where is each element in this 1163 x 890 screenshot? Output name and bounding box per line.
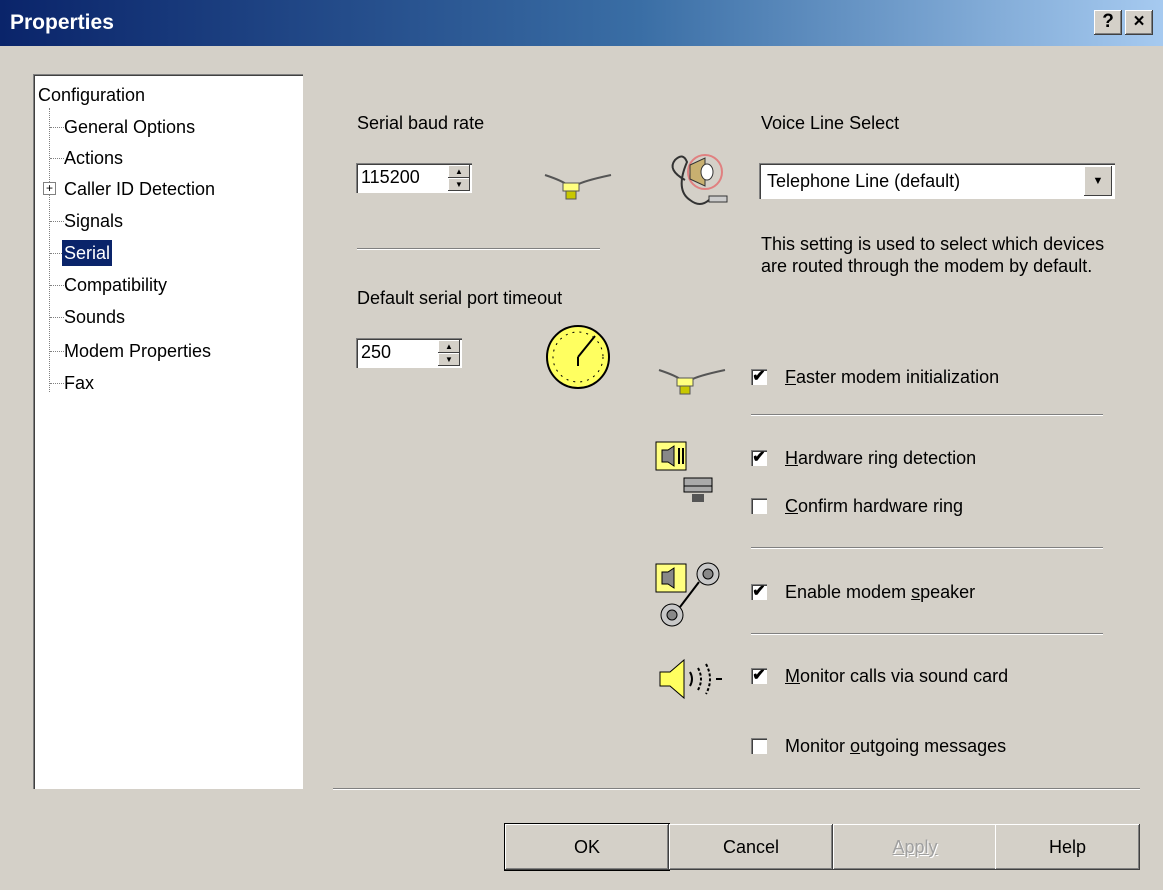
baud-rate-label: Serial baud rate xyxy=(357,113,485,133)
ok-button[interactable]: OK xyxy=(505,824,669,870)
apply-button[interactable]: Apply xyxy=(833,824,997,870)
tree-item-sounds[interactable]: Sounds xyxy=(62,304,127,330)
expand-icon[interactable]: + xyxy=(43,182,56,195)
tree-item-compatibility[interactable]: Compatibility xyxy=(62,272,169,298)
separator xyxy=(333,788,1140,790)
tree-item-actions[interactable]: Actions xyxy=(62,145,125,171)
baud-rate-spinner[interactable]: ▲ ▼ xyxy=(356,163,472,193)
tree-root-configuration[interactable]: Configuration xyxy=(36,82,147,108)
tree-item-caller-id-detection[interactable]: Caller ID Detection xyxy=(62,176,217,202)
voice-line-label: Voice Line Select xyxy=(761,113,900,133)
voice-line-select[interactable]: Telephone Line (default) ▼ xyxy=(759,163,1115,199)
cancel-button[interactable]: Cancel xyxy=(669,824,833,870)
timeout-label: Default serial port timeout xyxy=(357,288,563,308)
help-button[interactable]: Help xyxy=(995,824,1140,870)
ring-detect-icon xyxy=(655,441,713,502)
window-title: Properties xyxy=(10,11,114,34)
hardware-ring-label: Hardware ring detection xyxy=(785,448,977,468)
modem-speaker-checkbox[interactable]: ✔ xyxy=(751,584,767,600)
serial-connector-icon xyxy=(544,174,612,200)
tree-item-serial[interactable]: Serial xyxy=(62,240,113,266)
timeout-up-button[interactable]: ▲ xyxy=(438,340,460,353)
baud-rate-input[interactable] xyxy=(361,167,451,188)
modem-speaker-icon xyxy=(655,562,720,627)
serial-connector-icon xyxy=(658,369,726,395)
dropdown-arrow-icon[interactable]: ▼ xyxy=(1084,166,1112,196)
separator xyxy=(751,414,1103,416)
separator xyxy=(357,248,600,250)
monitor-outgoing-label: Monitor outgoing messages xyxy=(785,736,1007,756)
modem-speaker-label: Enable modem speaker xyxy=(785,582,976,602)
tree-item-signals[interactable]: Signals xyxy=(62,208,125,234)
tree-item-fax[interactable]: Fax xyxy=(62,370,96,396)
monitor-calls-checkbox[interactable]: ✔ xyxy=(751,668,767,684)
clock-icon xyxy=(546,325,610,389)
tree-item-general-options[interactable]: General Options xyxy=(62,114,197,140)
close-button[interactable]: × xyxy=(1125,10,1153,35)
help-title-button[interactable]: ? xyxy=(1094,10,1122,35)
timeout-down-button[interactable]: ▼ xyxy=(438,353,460,366)
monitor-outgoing-checkbox[interactable] xyxy=(751,738,767,754)
monitor-calls-label: Monitor calls via sound card xyxy=(785,666,1009,686)
confirm-ring-checkbox[interactable] xyxy=(751,498,767,514)
tree-item-modem-properties[interactable]: Modem Properties xyxy=(62,338,213,364)
hardware-ring-checkbox[interactable]: ✔ xyxy=(751,450,767,466)
voice-line-icon xyxy=(671,154,728,205)
faster-init-checkbox[interactable]: ✔ xyxy=(751,369,767,385)
voice-line-description: This setting is used to select which dev… xyxy=(761,234,1105,276)
title-bar: Properties ? × xyxy=(0,0,1163,46)
baud-up-button[interactable]: ▲ xyxy=(448,165,470,178)
sound-card-icon xyxy=(659,658,722,700)
voice-line-value: Telephone Line (default) xyxy=(767,171,961,191)
baud-down-button[interactable]: ▼ xyxy=(448,178,470,191)
timeout-spinner[interactable]: ▲ ▼ xyxy=(356,338,462,368)
confirm-ring-label: Confirm hardware ring xyxy=(785,496,964,516)
tree-connector xyxy=(49,108,50,392)
separator xyxy=(751,633,1103,635)
separator xyxy=(751,547,1103,549)
faster-init-label: Faster modem initialization xyxy=(785,367,1000,387)
